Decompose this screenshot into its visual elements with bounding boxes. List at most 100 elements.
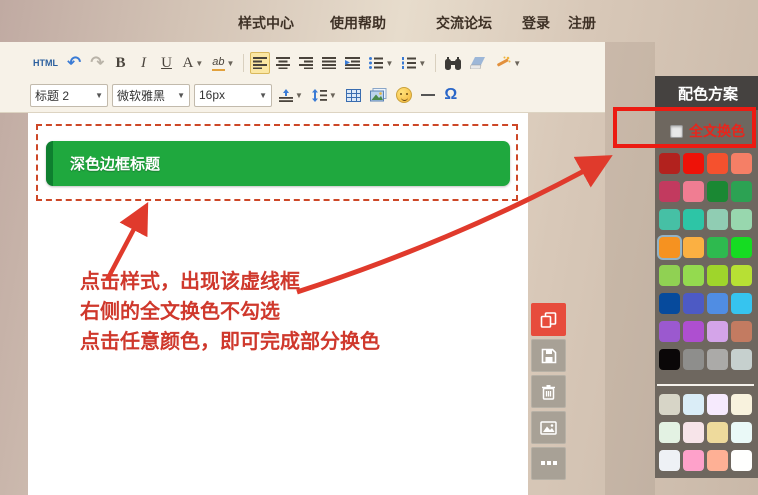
more-button[interactable] [531, 447, 566, 480]
color-swatch[interactable] [731, 293, 752, 314]
styled-title-banner[interactable]: 深色边框标题 [46, 141, 510, 186]
color-swatch[interactable] [683, 349, 704, 370]
color-swatch[interactable] [659, 450, 680, 471]
align-center-button[interactable] [273, 52, 293, 74]
toolbar-separator [435, 54, 437, 72]
copy-style-button[interactable] [531, 303, 566, 336]
color-swatch[interactable] [731, 237, 752, 258]
underline-button[interactable]: U [157, 52, 177, 74]
align-left-icon [253, 57, 268, 69]
nav-style-center[interactable]: 样式中心 [238, 13, 294, 33]
clear-format-button[interactable] [467, 52, 489, 74]
undo-button[interactable]: ↶ [64, 52, 84, 74]
horizontal-rule-button[interactable] [418, 84, 438, 106]
color-swatch[interactable] [731, 422, 752, 443]
color-swatch[interactable] [707, 237, 728, 258]
color-swatch[interactable] [707, 422, 728, 443]
highlight-color-button[interactable]: ab ▼ [209, 52, 237, 74]
color-swatch[interactable] [731, 321, 752, 342]
editor-canvas[interactable]: 深色边框标题 点击样式，出现该虚线框 右侧的全文换色不勾选 点击任意颜色，即可完… [28, 113, 528, 495]
full-text-recolor-checkbox[interactable] [670, 124, 683, 138]
color-swatch[interactable] [683, 153, 704, 174]
color-swatch[interactable] [659, 321, 680, 342]
chevron-down-icon: ▼ [385, 58, 394, 68]
annotation-line-1: 点击样式，出现该虚线框 [80, 269, 300, 293]
chevron-down-icon: ▼ [328, 90, 337, 100]
save-icon [541, 348, 556, 363]
nav-help[interactable]: 使用帮助 [330, 13, 386, 33]
color-swatch[interactable] [707, 209, 728, 230]
italic-button[interactable]: I [134, 52, 154, 74]
font-family-select[interactable]: 微软雅黑 ▼ [112, 83, 190, 107]
color-swatch[interactable] [659, 237, 680, 258]
panel-title: 配色方案 [678, 85, 739, 103]
align-left-button[interactable] [250, 52, 271, 74]
nav-register[interactable]: 注册 [568, 13, 596, 33]
chevron-down-icon: ▼ [259, 90, 267, 100]
color-swatch[interactable] [659, 181, 680, 202]
magic-style-button[interactable]: ▼ [492, 52, 524, 74]
color-swatch[interactable] [707, 394, 728, 415]
ordered-list-button[interactable]: ▼ [399, 52, 429, 74]
color-swatch[interactable] [683, 422, 704, 443]
align-right-button[interactable] [296, 52, 316, 74]
nav-forum[interactable]: 交流论坛 [436, 13, 492, 33]
color-swatch[interactable] [659, 394, 680, 415]
find-replace-button[interactable] [442, 52, 464, 74]
color-swatch[interactable] [707, 349, 728, 370]
color-swatch[interactable] [707, 321, 728, 342]
color-scheme-panel: 全文换色 [655, 110, 758, 478]
line-height-button[interactable]: ▼ [276, 84, 306, 106]
color-swatch[interactable] [731, 265, 752, 286]
heading-select[interactable]: 标题 2 ▼ [30, 83, 108, 107]
color-swatch[interactable] [659, 209, 680, 230]
color-swatch[interactable] [731, 394, 752, 415]
indent-button[interactable] [342, 52, 363, 74]
unordered-list-button[interactable]: ▼ [366, 52, 396, 74]
color-swatch[interactable] [659, 349, 680, 370]
color-swatch[interactable] [731, 181, 752, 202]
color-swatch[interactable] [683, 321, 704, 342]
color-swatch[interactable] [659, 153, 680, 174]
color-swatch[interactable] [707, 153, 728, 174]
color-swatch[interactable] [707, 293, 728, 314]
color-swatch[interactable] [731, 450, 752, 471]
special-char-button[interactable]: Ω [441, 84, 461, 106]
ordered-list-icon [402, 57, 417, 69]
color-swatch[interactable] [731, 153, 752, 174]
color-swatch[interactable] [683, 209, 704, 230]
color-swatch[interactable] [731, 349, 752, 370]
bold-button[interactable]: B [111, 52, 131, 74]
insert-image-button[interactable] [367, 84, 390, 106]
color-swatch[interactable] [683, 265, 704, 286]
color-swatch[interactable] [659, 422, 680, 443]
color-swatch[interactable] [683, 450, 704, 471]
color-swatch[interactable] [707, 181, 728, 202]
nav-login[interactable]: 登录 [522, 13, 550, 33]
horizontal-rule-icon [420, 94, 435, 96]
color-swatch[interactable] [683, 394, 704, 415]
save-button[interactable] [531, 339, 566, 372]
redo-button[interactable]: ↷ [87, 52, 107, 74]
emoji-button[interactable] [393, 84, 415, 106]
bright-swatch-grid [659, 153, 752, 370]
insert-table-button[interactable] [343, 84, 364, 106]
paragraph-spacing-button[interactable]: ▼ [309, 84, 340, 106]
delete-button[interactable] [531, 375, 566, 408]
table-icon [345, 88, 361, 102]
align-justify-button[interactable] [319, 52, 339, 74]
color-swatch[interactable] [683, 237, 704, 258]
color-swatch[interactable] [707, 265, 728, 286]
color-swatch[interactable] [707, 450, 728, 471]
color-scheme-header: 配色方案 [655, 76, 758, 110]
copy-icon [540, 311, 557, 328]
color-swatch[interactable] [683, 181, 704, 202]
font-size-select[interactable]: 16px ▼ [194, 83, 272, 107]
insert-image-side-button[interactable] [531, 411, 566, 444]
font-color-button[interactable]: A ▼ [180, 52, 207, 74]
color-swatch[interactable] [659, 293, 680, 314]
color-swatch[interactable] [731, 209, 752, 230]
color-swatch[interactable] [683, 293, 704, 314]
html-source-button[interactable]: HTML [30, 52, 61, 74]
color-swatch[interactable] [659, 265, 680, 286]
